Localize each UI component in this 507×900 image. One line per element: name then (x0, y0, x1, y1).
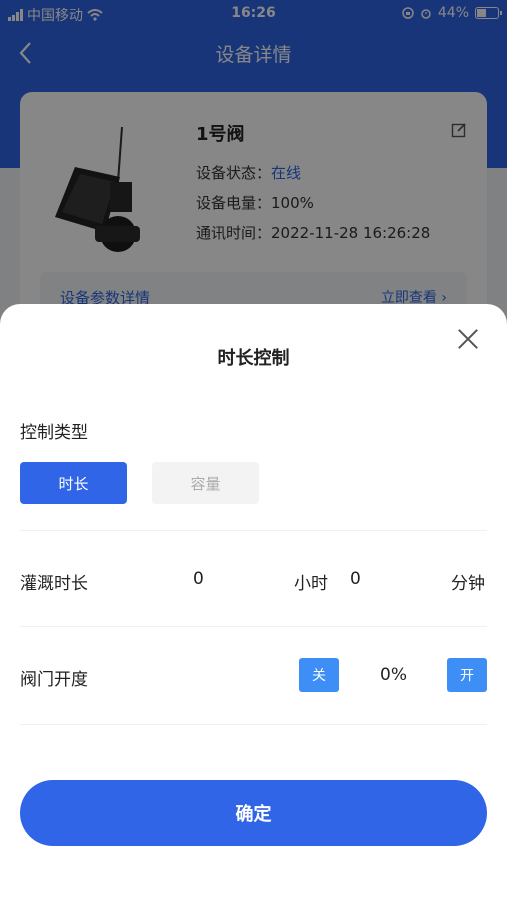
valve-opening-label: 阀门开度 (20, 670, 88, 690)
irrigation-duration-label: 灌溉时长 (20, 574, 88, 594)
valve-opening-value: 0% (380, 665, 407, 685)
minutes-unit: 分钟 (451, 574, 485, 594)
divider (20, 626, 487, 627)
valve-off-button[interactable]: 关 (299, 658, 339, 692)
divider (20, 530, 487, 531)
close-icon[interactable] (457, 328, 479, 350)
hours-unit: 小时 (294, 574, 328, 594)
type-duration-button[interactable]: 时长 (20, 462, 127, 504)
duration-control-sheet: 时长控制 控制类型 时长 容量 灌溉时长 0 小时 0 分钟 阀门开度 关 0%… (0, 304, 507, 900)
minutes-input[interactable]: 0 (350, 569, 361, 589)
confirm-button[interactable]: 确定 (20, 780, 487, 846)
type-volume-button[interactable]: 容量 (152, 462, 259, 504)
hours-input[interactable]: 0 (193, 569, 204, 589)
divider (20, 724, 487, 725)
sheet-title: 时长控制 (217, 348, 290, 369)
valve-on-button[interactable]: 开 (447, 658, 487, 692)
control-type-label: 控制类型 (20, 423, 88, 443)
